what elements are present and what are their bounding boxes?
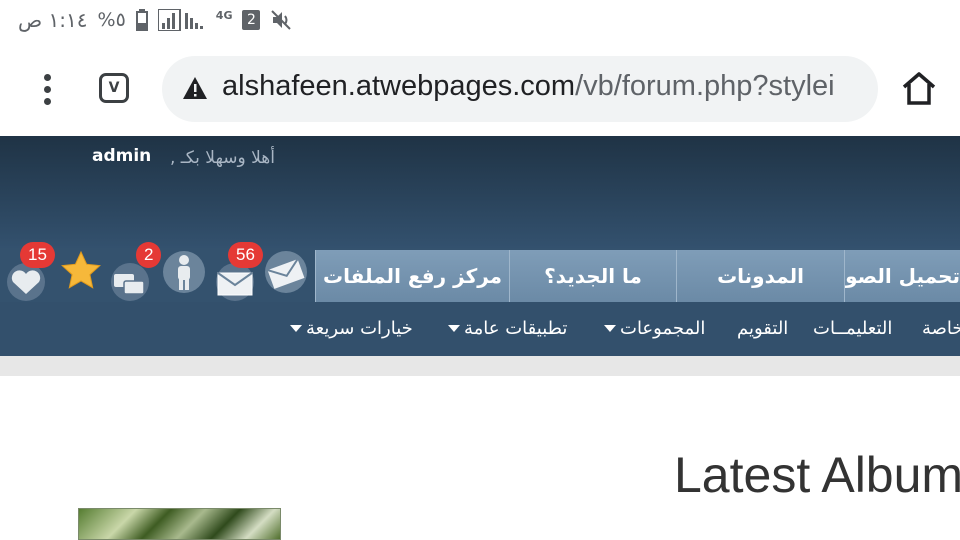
sim-icon: 2 bbox=[242, 10, 261, 30]
subnav-quick-options[interactable]: خيارات سريعة bbox=[290, 318, 413, 339]
subnav-calendar[interactable]: التقويم bbox=[737, 318, 788, 339]
subnav-label: خيارات سريعة bbox=[306, 318, 413, 339]
messages-badge[interactable]: 2 bbox=[136, 242, 162, 268]
more-options-icon[interactable] bbox=[36, 72, 60, 106]
tab-file-upload[interactable]: مركز رفع الملفات bbox=[315, 250, 509, 302]
tab-label: تحميل الصور bbox=[844, 264, 960, 288]
subnav-label: تطبيقات عامة bbox=[464, 318, 568, 339]
caret-down-icon bbox=[604, 325, 616, 332]
subnav-label: التقويم bbox=[737, 318, 789, 339]
url-path: /vb/forum.php?stylei bbox=[575, 70, 835, 102]
signal-icon bbox=[157, 9, 206, 31]
battery-percent: %٥ bbox=[97, 9, 126, 31]
home-icon[interactable] bbox=[900, 70, 938, 110]
notification-icons: 15 2 56 bbox=[0, 242, 315, 302]
tab-photo-upload[interactable]: تحميل الصور bbox=[844, 250, 960, 302]
chat-icon[interactable] bbox=[106, 262, 154, 306]
status-bar: ١:١٤ ص %٥ 4G 2 bbox=[0, 0, 960, 40]
url-text[interactable]: alshafeen.atwebpages.com/vb/forum.php?st… bbox=[222, 70, 835, 103]
subnav-general-apps[interactable]: تطبيقات عامة bbox=[448, 318, 567, 339]
subnav-label: خاصة bbox=[922, 318, 960, 339]
heart-icon[interactable] bbox=[4, 262, 48, 306]
url-host: alshafeen.atwebpages.com bbox=[222, 70, 576, 102]
tab-label: المدونات bbox=[717, 264, 804, 288]
welcome-text: أهلا وسهلا بكـ , bbox=[170, 148, 275, 168]
star-icon[interactable] bbox=[60, 250, 102, 294]
network-type: 4G bbox=[215, 8, 233, 22]
likes-badge[interactable]: 15 bbox=[20, 242, 55, 268]
battery-icon bbox=[135, 9, 148, 31]
clock: ١:١٤ ص bbox=[18, 8, 88, 32]
warning-icon[interactable] bbox=[182, 76, 208, 104]
subnav-help[interactable]: التعليمــات bbox=[813, 318, 892, 339]
subnav-label: التعليمــات bbox=[813, 318, 893, 339]
tab-blogs[interactable]: المدونات bbox=[676, 250, 844, 302]
caret-down-icon bbox=[448, 325, 460, 332]
address-bar[interactable]: alshafeen.atwebpages.com/vb/forum.php?st… bbox=[162, 56, 878, 122]
tab-label: ما الجديد؟ bbox=[544, 264, 642, 288]
latest-albums-heading: Latest Albums bbox=[674, 447, 960, 503]
user-icon[interactable] bbox=[162, 250, 206, 298]
album-thumbnail[interactable] bbox=[78, 508, 281, 540]
separator-band bbox=[0, 356, 960, 376]
tab-whats-new[interactable]: ما الجديد؟ bbox=[509, 250, 676, 302]
tab-switcher-button[interactable]: V bbox=[99, 73, 129, 103]
caret-down-icon bbox=[290, 325, 302, 332]
open-envelope-icon[interactable] bbox=[262, 250, 310, 298]
subnav-label: المجموعات bbox=[620, 318, 706, 339]
envelope-icon[interactable] bbox=[212, 262, 258, 306]
tab-label: مركز رفع الملفات bbox=[322, 264, 503, 288]
subnav: خيارات سريعة تطبيقات عامة المجموعات التق… bbox=[0, 302, 960, 356]
subnav-groups[interactable]: المجموعات bbox=[604, 318, 705, 339]
subnav-private[interactable]: خاصة bbox=[922, 318, 960, 339]
email-badge[interactable]: 56 bbox=[228, 242, 263, 268]
username-link[interactable]: admin bbox=[92, 146, 151, 166]
mute-icon bbox=[270, 9, 292, 31]
